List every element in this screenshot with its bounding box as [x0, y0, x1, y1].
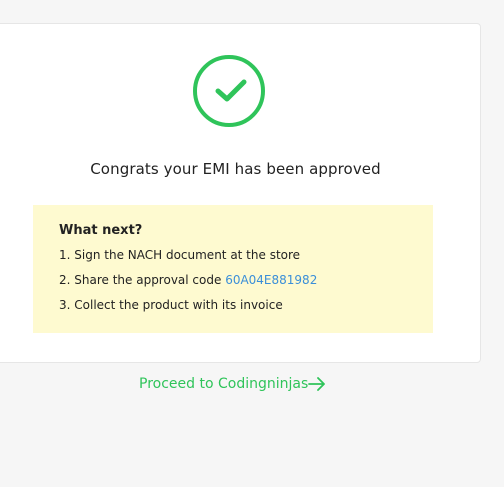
- page: Congrats your EMI has been approved What…: [0, 0, 504, 487]
- check-circle-icon: [193, 55, 265, 127]
- step-2-number: 2.: [59, 273, 75, 287]
- proceed-link[interactable]: Proceed to Codingninjas: [139, 376, 326, 392]
- proceed-label: Proceed to Codingninjas: [139, 376, 309, 392]
- what-next-heading: What next?: [59, 223, 143, 238]
- step-1: 1. Sign the NACH document at the store: [59, 248, 407, 263]
- checkmark-icon: [215, 79, 247, 102]
- step-2-text: Share the approval code: [74, 273, 226, 287]
- what-next-box: What next? 1. Sign the NACH document at …: [33, 205, 433, 333]
- step-3-number: 3.: [59, 298, 75, 312]
- step-1-text: Sign the NACH document at the store: [74, 248, 301, 262]
- step-2: 2. Share the approval code 60A04E881982: [59, 273, 407, 288]
- step-3: 3. Collect the product with its invoice: [59, 298, 407, 313]
- step-3-text: Collect the product with its invoice: [74, 298, 283, 312]
- approval-card: Congrats your EMI has been approved What…: [0, 23, 481, 363]
- approval-title: Congrats your EMI has been approved: [90, 160, 381, 178]
- approval-code: 60A04E881982: [225, 273, 318, 287]
- step-1-number: 1.: [59, 248, 75, 262]
- arrow-right-icon: [308, 377, 326, 391]
